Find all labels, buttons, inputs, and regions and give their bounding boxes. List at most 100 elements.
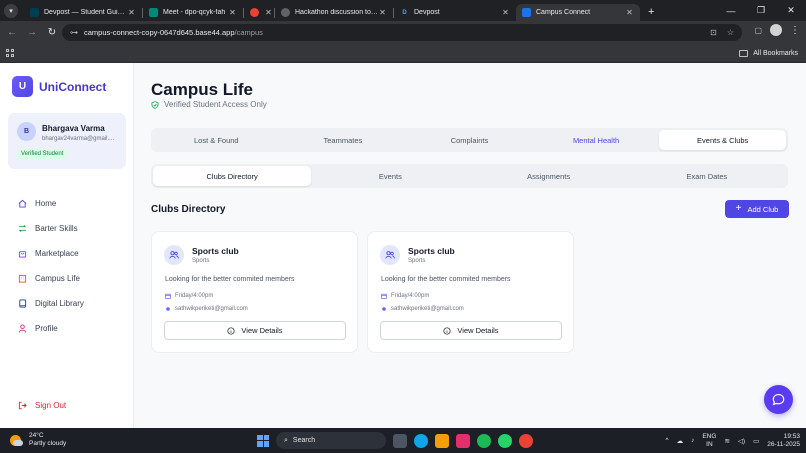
minimize-icon[interactable]: — <box>716 6 746 16</box>
extensions-icon[interactable]: ▢ <box>754 26 762 35</box>
taskbar-search[interactable]: ⌕ Search <box>276 432 386 449</box>
club-card: Sports club Sports Looking for the bette… <box>151 231 358 353</box>
partly-cloudy-icon <box>10 434 23 446</box>
page-subtitle: Verified Student Access Only <box>151 100 267 109</box>
sidebar-item-marketplace[interactable]: Marketplace <box>0 241 134 266</box>
devpost-favicon-icon: D <box>402 9 407 16</box>
sidebar-item-barter-skills[interactable]: Barter Skills <box>0 216 134 241</box>
view-details-button[interactable]: View Details <box>164 321 346 340</box>
browser-tab-campus-connect[interactable]: Campus Connect ✕ <box>516 4 640 21</box>
club-contact-text: sathwikperiketi@gmail.com <box>391 306 464 312</box>
close-tab-icon[interactable]: ✕ <box>264 8 273 17</box>
whatsapp-icon[interactable] <box>498 433 512 448</box>
user-email: bhargav24varma@gmail.... <box>42 136 115 142</box>
tab-events[interactable]: Events <box>311 166 469 186</box>
chrome-icon[interactable] <box>519 433 533 448</box>
view-details-button[interactable]: View Details <box>380 321 562 340</box>
more-menu-icon[interactable]: ⋮ <box>790 25 800 36</box>
tab-assignments[interactable]: Assignments <box>470 166 628 186</box>
url-path: /campus <box>234 28 263 37</box>
add-club-label: Add Club <box>747 204 779 214</box>
edge-icon[interactable] <box>414 433 428 448</box>
address-bar[interactable]: ⊶ campus-connect-copy-0647d645.base44.ap… <box>62 24 742 41</box>
sidebar-item-label: Profile <box>35 324 58 333</box>
user-name: Bhargava Varma <box>42 124 105 133</box>
sign-out-button[interactable]: Sign Out <box>18 401 66 410</box>
tab-events-and-clubs[interactable]: Events & Clubs <box>659 130 786 150</box>
add-club-button[interactable]: + Add Club <box>725 200 789 218</box>
site-info-icon[interactable]: ⊶ <box>70 28 78 37</box>
tab-exam-dates[interactable]: Exam Dates <box>628 166 786 186</box>
tab-mental-health[interactable]: Mental Health <box>533 130 660 150</box>
browser-tab-devpost-guide[interactable]: Devpost — Student Guide for H ✕ <box>24 4 142 21</box>
taskbar-apps: ⌕ Search <box>257 431 533 450</box>
tab-complaints[interactable]: Complaints <box>406 130 533 150</box>
new-tab-icon[interactable]: + <box>648 6 654 18</box>
back-icon[interactable]: ← <box>2 27 22 38</box>
bookmark-star-icon[interactable]: ☆ <box>727 28 734 37</box>
club-schedule-text: Friday/4:00pm <box>175 293 214 299</box>
info-icon <box>443 326 451 335</box>
tab-clubs-directory[interactable]: Clubs Directory <box>153 166 312 186</box>
sidebar-item-digital-library[interactable]: Digital Library <box>0 291 134 316</box>
reload-icon[interactable]: ↻ <box>42 27 62 38</box>
browser-tab-recording[interactable]: ✕ <box>244 4 274 21</box>
forward-icon[interactable]: → <box>22 27 42 38</box>
campus-tabs: Lost & Found Teammates Complaints Mental… <box>151 128 788 152</box>
file-explorer-icon[interactable] <box>435 433 449 448</box>
profile-avatar-icon[interactable] <box>770 24 782 36</box>
sidebar-item-campus-life[interactable]: Campus Life <box>0 266 134 291</box>
events-clubs-subtabs: Clubs Directory Events Assignments Exam … <box>151 164 788 188</box>
task-view-icon[interactable] <box>393 433 407 448</box>
chat-fab-button[interactable] <box>764 385 793 414</box>
lang-top: ENG <box>702 432 717 440</box>
all-bookmarks-button[interactable]: All Bookmarks <box>739 44 798 63</box>
language-indicator[interactable]: ENG IN <box>702 433 716 449</box>
windows-start-icon[interactable] <box>257 434 269 447</box>
main-content: Campus Life Verified Student Access Only… <box>134 63 806 428</box>
browser-tab-hackathon[interactable]: Hackathon discussion topics ✕ <box>275 4 393 21</box>
club-contact: sathwikperiketi@gmail.com <box>165 306 248 312</box>
calendar-icon <box>165 293 171 299</box>
brand[interactable]: U UniConnect <box>12 76 106 97</box>
sidebar: U UniConnect B Bhargava Varma bhargav24v… <box>0 63 134 428</box>
sidebar-item-profile[interactable]: Profile <box>0 316 134 341</box>
battery-icon[interactable]: ▭ <box>753 437 759 445</box>
instagram-icon[interactable] <box>456 433 470 448</box>
view-details-label: View Details <box>241 326 283 335</box>
close-tab-icon[interactable]: ✕ <box>378 8 387 17</box>
shield-check-icon <box>151 100 159 109</box>
globe-favicon-icon <box>281 8 290 17</box>
subtitle-text: Verified Student Access Only <box>164 100 267 109</box>
close-tab-icon[interactable]: ✕ <box>228 8 237 17</box>
tab-title: Campus Connect <box>536 9 591 16</box>
weather-widget[interactable]: 24°C Partly cloudy <box>10 432 66 448</box>
tab-title: Meet - dpo-qcyk-fah <box>163 9 226 16</box>
install-app-icon[interactable]: ⊡ <box>710 28 717 37</box>
sidebar-nav: Home Barter Skills Marketplace Campus Li… <box>0 191 134 341</box>
clock[interactable]: 19:53 26-11-2025 <box>767 433 800 449</box>
tab-teammates[interactable]: Teammates <box>280 130 407 150</box>
volume-icon[interactable]: ◁) <box>738 437 745 445</box>
apps-grid-icon[interactable] <box>6 49 14 57</box>
spotify-icon[interactable] <box>477 433 491 448</box>
wifi-icon[interactable]: ≋ <box>724 437 729 445</box>
sidebar-item-home[interactable]: Home <box>0 191 134 216</box>
close-tab-icon[interactable]: ✕ <box>625 8 634 17</box>
cloud-icon[interactable]: ☁ <box>677 437 684 445</box>
weather-temp: 24°C <box>29 432 44 439</box>
tab-title: Hackathon discussion topics <box>295 9 378 16</box>
microphone-icon[interactable]: ♪ <box>691 437 694 444</box>
tab-search-icon[interactable]: ▾ <box>4 3 18 18</box>
show-hidden-icons-icon[interactable]: ^ <box>666 437 669 444</box>
users-icon <box>169 251 179 259</box>
close-window-icon[interactable]: ✕ <box>776 5 806 16</box>
sign-out-label: Sign Out <box>35 401 67 410</box>
close-tab-icon[interactable]: ✕ <box>501 8 510 17</box>
browser-tab-meet[interactable]: Meet - dpo-qcyk-fah ✕ <box>143 4 243 21</box>
user-card[interactable]: B Bhargava Varma bhargav24varma@gmail...… <box>8 113 126 169</box>
close-tab-icon[interactable]: ✕ <box>127 8 136 17</box>
tab-lost-and-found[interactable]: Lost & Found <box>153 130 280 150</box>
restore-icon[interactable]: ❐ <box>746 5 776 16</box>
browser-tab-devpost[interactable]: D Devpost ✕ <box>394 4 516 21</box>
